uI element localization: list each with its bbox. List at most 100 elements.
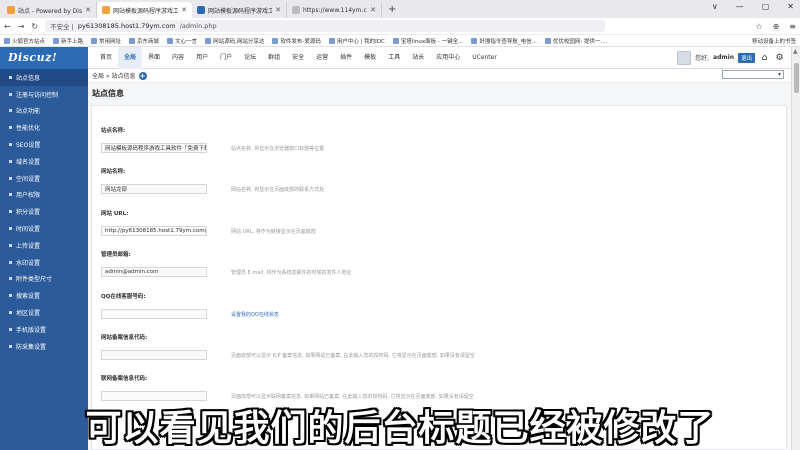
admin-header: Discuz! 首页 全局 界面 内容 用户 门户 论坛 群组 安全 运营 插件… [0,46,791,69]
sidebar-item[interactable]: 积分设置 [0,203,88,220]
sidebar-item[interactable]: 附件类型尺寸 [0,271,88,288]
breadcrumb-text[interactable]: 全局 » 站点信息 [92,71,136,80]
sidebar-item[interactable]: 防采集设置 [0,338,88,355]
gear-icon[interactable]: ⚙ [774,52,785,63]
logout-button[interactable]: 退出 [737,52,755,63]
avatar[interactable] [677,50,692,65]
bullet-icon [9,126,12,130]
field-label: 网站名称: [101,169,126,175]
nav-item[interactable]: 门户 [214,47,238,69]
page-scrollbar[interactable]: ▲ [791,47,800,450]
sidebar-item[interactable]: 站点功能 [0,103,88,120]
nav-item[interactable]: UCenter [466,47,503,69]
home-icon[interactable]: ⌂ [759,52,770,63]
sidebar-item[interactable]: 性能优化 [0,119,88,136]
maximize-icon[interactable]: ▢ [762,2,770,11]
tab-list-icon[interactable]: ∨ [712,2,718,11]
field-label: 联网备案信息代码: [101,376,148,382]
sidebar-item-active[interactable]: 站点信息 [0,69,88,86]
bookmark-item[interactable]: 文心一言 [167,37,197,45]
nav-item[interactable]: 模板 [358,47,382,69]
nav-item[interactable]: 群组 [262,47,286,69]
close-tab-icon[interactable]: ✕ [370,6,376,14]
browser-tab-active[interactable]: 网站模板源码程序游戏工具软件 ✕ [97,2,192,18]
browser-navbar: ← → ↻ 不安全 | py61308185.host1.79ym.com/ad… [0,18,800,35]
close-tab-icon[interactable]: ✕ [181,6,187,14]
sidebar-item[interactable]: 搜索设置 [0,287,88,304]
bookmark-item[interactable]: 软件发布-爱源码 [272,37,321,45]
sidebar-item[interactable]: 地区设置 [0,304,88,321]
extensions-icon[interactable]: ⊕ [773,22,780,31]
scroll-up-icon[interactable]: ▲ [793,48,798,55]
bookmark-item[interactable]: 优优校园网: 提供一.... [544,37,608,45]
bullet-icon [9,176,12,180]
scrollbar-thumb[interactable] [794,63,799,93]
nav-item[interactable]: 插件 [334,47,358,69]
website-url-input[interactable]: http://py61308185.host1.79ym.com/ [101,226,207,236]
nav-item[interactable]: 运营 [310,47,334,69]
browser-tab-bar: 站点 - Powered by Discuz! ✕ 网站模板源码程序游戏工具软件… [0,0,800,18]
nav-item-active[interactable]: 全局 [118,46,143,69]
bullet-icon [9,243,12,247]
bookmark-item[interactable]: 网站源码,网站分享达 [205,37,264,45]
mobile-bookmarks[interactable]: 移动设备上的书签 [752,37,796,45]
forward-icon[interactable]: → [18,22,25,31]
icp-input[interactable] [101,350,207,360]
sidebar-item[interactable]: 域名设置 [0,153,88,170]
browser-tab[interactable]: https://www.114ym.com/ ✕ [287,2,382,18]
nav-item[interactable]: 论坛 [238,47,262,69]
qq-input[interactable] [101,309,207,319]
sidebar-item[interactable]: 空间设置 [0,170,88,187]
dropdown-arrow-icon[interactable]: ▾ [778,71,781,78]
bookmark-star-icon[interactable]: ☆ [755,22,762,31]
bookmark-item[interactable]: 常用网址 [91,37,121,45]
bookmark-item[interactable]: 京东商城 [129,37,159,45]
bookmark-item[interactable]: 用户中心 | 我的IDC [328,37,385,45]
website-name-input[interactable]: 网站龙部 [101,184,207,194]
bookmark-icon [471,37,478,44]
sidebar-item[interactable]: 时间设置 [0,220,88,237]
site-name-input[interactable]: 网站模板源码程序游戏工具软件「免费下载」 [101,143,207,153]
bullet-icon [9,344,12,348]
add-shortcut-icon[interactable]: + [138,71,147,80]
sidebar-item[interactable]: 水印设置 [0,254,88,271]
sidebar-item[interactable]: 手机版设置 [0,321,88,338]
field-website-url: 网站 URL: http://py61308185.host1.79ym.com… [101,209,316,236]
bookmark-item[interactable]: 新手上路 [53,37,83,45]
nav-item[interactable]: 应用中心 [430,47,466,69]
bookmark-icon [272,37,279,44]
new-tab-button[interactable]: + [382,2,402,18]
bookmark-item[interactable]: 宝塔linux面板 - 一键全... [392,37,463,45]
nav-item[interactable]: 安全 [286,47,310,69]
bullet-icon [9,109,12,113]
reload-icon[interactable]: ↻ [31,22,38,31]
close-window-icon[interactable]: ✕ [787,2,794,11]
sidebar-item[interactable]: SEO设置 [0,136,88,153]
browser-tab[interactable]: 站点 - Powered by Discuz! ✕ [2,2,97,18]
minimize-icon[interactable]: — [736,2,744,11]
discuz-logo[interactable]: Discuz! [0,46,88,69]
close-tab-icon[interactable]: ✕ [275,6,281,14]
admin-email-input[interactable]: admin@admin.com [101,267,207,277]
back-icon[interactable]: ← [4,22,11,31]
nav-item[interactable]: 界面 [142,47,166,69]
nav-item[interactable]: 用户 [190,47,214,69]
qq-status-link[interactable]: 设置我的QQ在线状态 [231,311,279,318]
browser-tab[interactable]: 网站模板源码程序游戏工具软件 ✕ [192,2,287,18]
sidebar-item[interactable]: 上传设置 [0,237,88,254]
main-content: 站点信息 站点名称: 网站模板源码程序游戏工具软件「免费下载」 站点名称, 将显… [88,83,791,450]
bookmark-item[interactable]: 好搜指令查导航_电信... [471,37,537,45]
nav-item[interactable]: 内容 [166,47,190,69]
close-tab-icon[interactable]: ✕ [85,6,91,14]
nav-item[interactable]: 站长 [406,47,430,69]
menu-icon[interactable]: ≡ [789,22,796,31]
nav-item[interactable]: 工具 [382,47,406,69]
bookmark-item[interactable]: 火狐官方站点 [4,37,45,45]
sidebar-item[interactable]: 注册与访问控制 [0,86,88,103]
admin-search-input[interactable]: ▾ [722,70,784,79]
field-label: 管理员邮箱: [101,252,131,258]
nav-item[interactable]: 首页 [94,47,118,69]
url-bar[interactable]: 不安全 | py61308185.host1.79ym.com/admin.ph… [45,20,606,32]
field-net-record: 联网备案信息代码: 页面底部可以显示联网备案信息, 如果网站已备案, 在此输入您… [101,374,474,401]
sidebar-item[interactable]: 用户权限 [0,187,88,204]
